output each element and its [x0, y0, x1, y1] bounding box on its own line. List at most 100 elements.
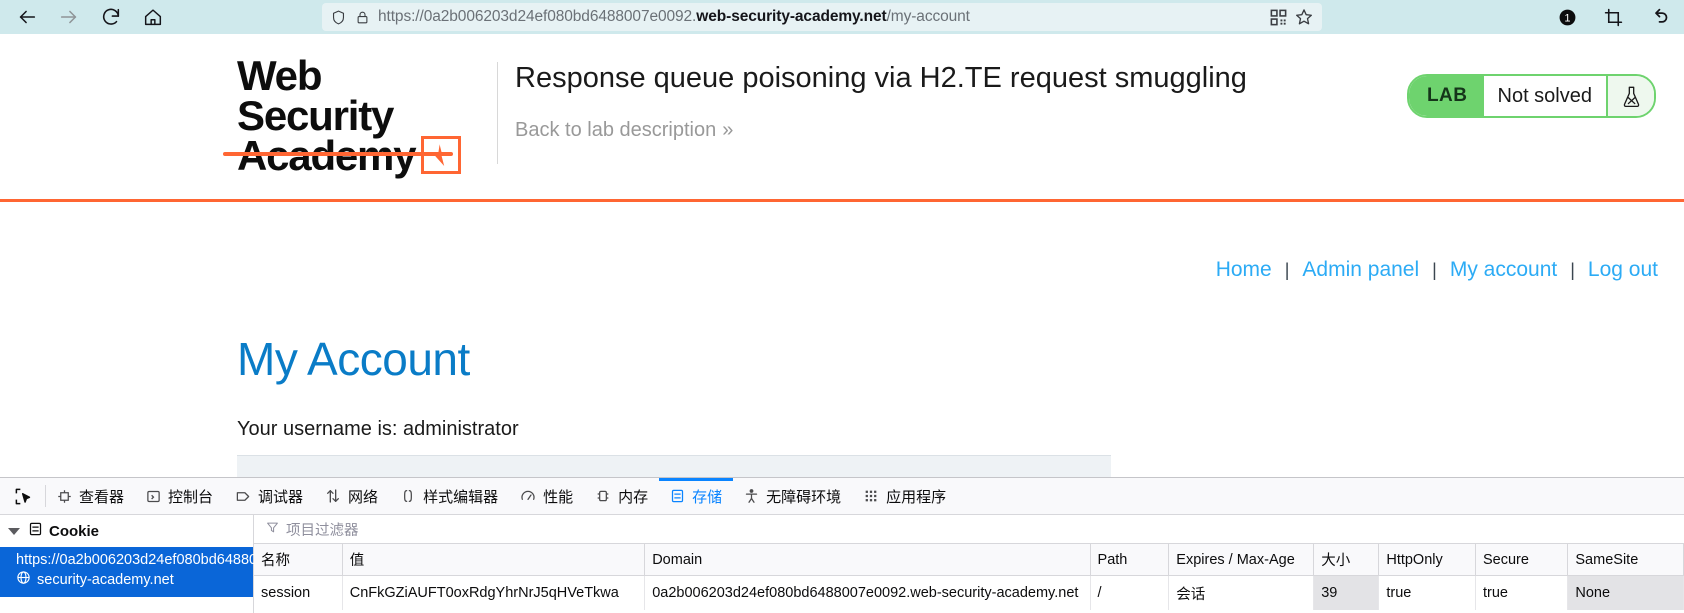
reload-button[interactable]: [100, 6, 122, 28]
tab-label: 控制台: [168, 488, 214, 506]
lock-icon: [355, 9, 370, 26]
tree-item-cookie[interactable]: Cookie: [0, 515, 253, 547]
column-header-httponly[interactable]: HttpOnly: [1378, 544, 1476, 576]
origin-host-row: security-academy.net: [16, 570, 253, 591]
tab-performance[interactable]: 性能: [509, 478, 584, 514]
lab-header: Web Security Academy Response queue pois…: [0, 34, 1684, 199]
nav-link-my-account[interactable]: My account: [1450, 258, 1557, 282]
tab-label: 调试器: [258, 488, 304, 506]
column-header-name[interactable]: 名称: [254, 544, 343, 576]
logo-line-2-row: Academy: [237, 132, 487, 179]
storage-tree-sidebar: Cookie https://0a2b006203d24ef080bd64880…: [0, 515, 266, 613]
column-header-samesite[interactable]: SameSite: [1567, 544, 1684, 576]
tab-inspector[interactable]: 查看器: [46, 478, 135, 514]
column-header-domain[interactable]: Domain: [644, 544, 1091, 576]
cell-expires: 会话: [1168, 575, 1315, 610]
header-divider: [497, 62, 498, 164]
column-header-size[interactable]: 大小: [1313, 544, 1380, 576]
back-to-lab-description-link[interactable]: Back to lab description»: [515, 119, 733, 142]
tab-label: 无障碍环境: [766, 488, 842, 506]
tab-memory[interactable]: 内存: [584, 478, 659, 514]
devtools-content: Cookie https://0a2b006203d24ef080bd64880…: [0, 515, 1684, 613]
tab-storage[interactable]: 存储: [659, 478, 734, 514]
tab-network[interactable]: 网络: [314, 478, 389, 514]
network-icon: [325, 488, 341, 504]
filter-placeholder: 项目过滤器: [286, 522, 359, 539]
cell-size: 39: [1313, 575, 1380, 610]
element-picker-icon[interactable]: [0, 478, 45, 514]
shield-icon: [330, 9, 347, 26]
logo-line-2: Academy: [237, 132, 417, 179]
lab-status-badge: LAB Not solved: [1406, 74, 1656, 118]
url-prefix: https://0a2b006203d24ef080bd6488007e0092…: [378, 8, 697, 25]
cell-value: CnFkGZiAUFT0oxRdgYhrNrJ5qHVeTkwa: [342, 575, 646, 610]
performance-icon: [520, 488, 536, 504]
tab-accessibility[interactable]: 无障碍环境: [733, 478, 852, 514]
notification-badge-icon[interactable]: 1: [1556, 6, 1578, 28]
chevron-right-icon: »: [722, 119, 734, 141]
nav-link-log-out[interactable]: Log out: [1588, 258, 1658, 282]
tab-application[interactable]: 应用程序: [852, 478, 957, 514]
cell-name: session: [254, 575, 343, 610]
nav-separator: |: [1570, 259, 1575, 280]
storage-icon: [28, 521, 43, 541]
inspector-icon: [57, 489, 72, 504]
url-domain: web-security-academy.net: [696, 8, 887, 25]
lab-status-text: Not solved: [1483, 76, 1606, 116]
back-button[interactable]: [16, 6, 38, 28]
url-text: https://0a2b006203d24ef080bd6488007e0092…: [378, 8, 1263, 26]
nav-link-admin-panel[interactable]: Admin panel: [1302, 258, 1419, 282]
lab-tag-label: LAB: [1408, 76, 1484, 116]
tree-item-origin-selected[interactable]: https://0a2b006203d24ef080bd648800 secur…: [0, 547, 266, 597]
browser-toolbar: https://0a2b006203d24ef080bd6488007e0092…: [0, 0, 1684, 34]
cell-samesite: None: [1567, 575, 1684, 610]
cell-secure: true: [1475, 575, 1569, 610]
table-row[interactable]: session CnFkGZiAUFT0oxRdgYhrNrJ5qHVeTkwa…: [254, 575, 1684, 610]
devtools-tab-bar: 查看器 控制台 调试器 网络 样式编辑器 性能 内存 存储 无障碍环境 应用程序: [0, 478, 1684, 515]
flask-icon[interactable]: [1606, 76, 1654, 116]
undo-arrow-icon[interactable]: [1648, 6, 1670, 28]
application-icon: [863, 488, 879, 504]
cell-path: /: [1090, 575, 1170, 610]
debugger-icon: [235, 489, 251, 504]
tab-label: 性能: [543, 488, 574, 506]
svg-text:1: 1: [1564, 12, 1570, 24]
tab-label: 应用程序: [886, 488, 947, 506]
table-header-row: 名称 值 Domain Path Expires / Max-Age 大小 Ht…: [254, 544, 1684, 576]
style-editor-icon: [400, 488, 416, 504]
address-bar[interactable]: https://0a2b006203d24ef080bd6488007e0092…: [322, 3, 1322, 31]
qr-code-icon[interactable]: [1269, 8, 1288, 27]
items-filter-input[interactable]: 项目过滤器: [254, 515, 1684, 544]
cell-httponly: true: [1378, 575, 1476, 610]
column-header-value[interactable]: 值: [342, 544, 646, 576]
browser-window: https://0a2b006203d24ef080bd6488007e0092…: [0, 0, 1684, 613]
column-header-secure[interactable]: Secure: [1475, 544, 1569, 576]
home-button[interactable]: [142, 6, 164, 28]
tab-console[interactable]: 控制台: [135, 478, 224, 514]
nav-separator: |: [1432, 259, 1437, 280]
funnel-icon: [266, 521, 279, 538]
url-path: /my-account: [886, 8, 970, 25]
back-link-label: Back to lab description: [515, 119, 717, 141]
academy-logo[interactable]: Web Security Academy: [223, 55, 487, 179]
accessibility-icon: [744, 488, 759, 504]
nav-separator: |: [1284, 259, 1290, 280]
tree-item-label: Cookie: [49, 522, 100, 540]
cookies-pane: 项目过滤器 名称 值 Domain Path Expires / Max-Age…: [254, 515, 1684, 613]
cell-domain: 0a2b006203d24ef080bd6488007e0092.web-sec…: [644, 575, 1091, 610]
origin-url-line-1: https://0a2b006203d24ef080bd648800: [16, 552, 266, 568]
chevron-down-icon[interactable]: [8, 527, 20, 535]
origin-url-line-2: security-academy.net: [37, 572, 174, 588]
star-icon[interactable]: [1294, 7, 1314, 27]
tab-debugger[interactable]: 调试器: [224, 478, 314, 514]
nav-link-home[interactable]: Home: [1216, 258, 1272, 282]
globe-icon: [16, 570, 31, 591]
cookies-table: 名称 值 Domain Path Expires / Max-Age 大小 Ht…: [254, 544, 1684, 610]
forward-button[interactable]: [58, 6, 80, 28]
tab-label: 内存: [618, 488, 649, 506]
column-header-path[interactable]: Path: [1090, 544, 1170, 576]
crop-screenshot-icon[interactable]: [1602, 6, 1624, 28]
tab-style-editor[interactable]: 样式编辑器: [389, 478, 509, 514]
storage-icon: [670, 488, 685, 504]
column-header-expires[interactable]: Expires / Max-Age: [1168, 544, 1315, 576]
